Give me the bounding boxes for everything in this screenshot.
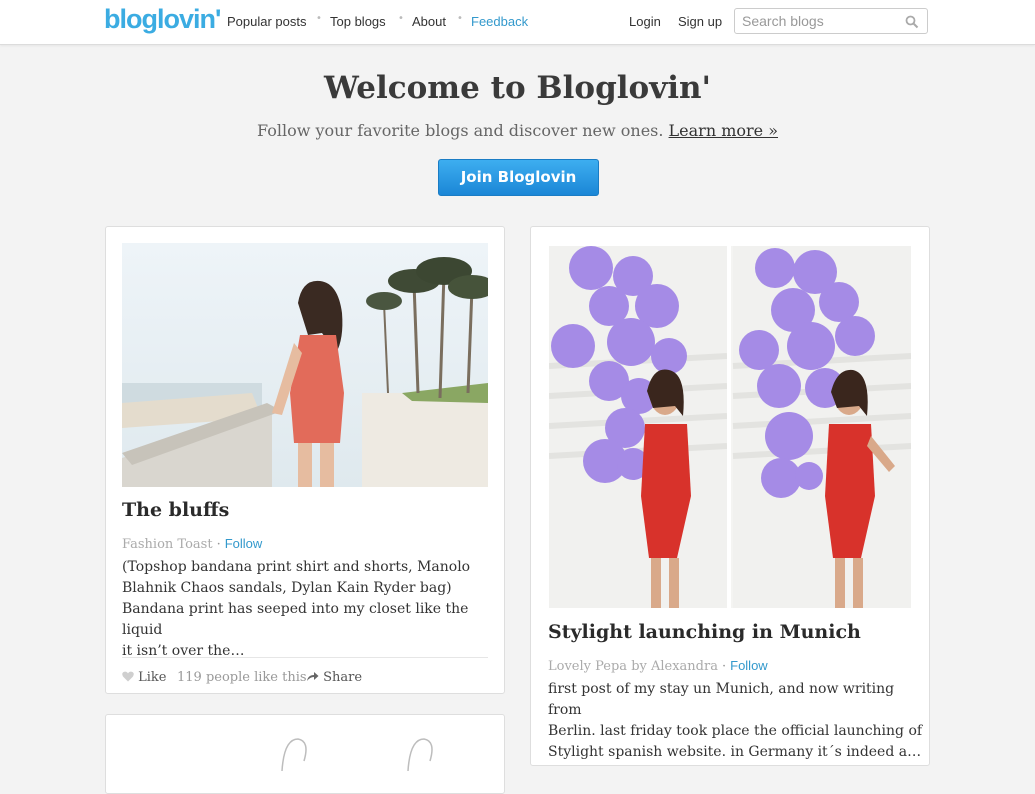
learn-more-link[interactable]: Learn more » <box>669 121 778 140</box>
excerpt-line: it isn’t over the… <box>122 643 245 659</box>
nav-separator: • <box>398 13 404 24</box>
nav-popular-posts[interactable]: Popular posts <box>227 14 307 29</box>
post-image-balloons-photo[interactable] <box>549 246 911 608</box>
excerpt-line: Stylight spanish website. in Germany it´… <box>548 744 922 760</box>
meta-separator: · <box>721 659 727 674</box>
login-link[interactable]: Login <box>629 14 661 29</box>
follow-link[interactable]: Follow <box>730 658 768 673</box>
like-button[interactable]: Like <box>122 670 167 685</box>
excerpt-line: first post of my stay un Munich, and now… <box>548 681 895 718</box>
like-label: Like <box>138 670 167 685</box>
share-button[interactable]: Share <box>306 670 362 685</box>
join-button[interactable]: Join Bloglovin <box>438 159 599 196</box>
signup-link[interactable]: Sign up <box>678 14 722 29</box>
search-input[interactable] <box>742 13 902 29</box>
post-image-beach-photo[interactable] <box>122 243 488 487</box>
card-divider <box>122 657 488 658</box>
search-icon[interactable] <box>905 15 919 29</box>
bloglovin-logo[interactable]: bloglovin' <box>104 4 221 35</box>
nav-separator: • <box>457 13 463 24</box>
post-title[interactable]: Stylight launching in Munich <box>548 621 861 643</box>
nav-top-blogs[interactable]: Top blogs <box>330 14 386 29</box>
share-arrow-icon <box>307 672 319 681</box>
search-box <box>734 8 928 34</box>
top-navigation-bar: bloglovin' Popular posts • Top blogs • A… <box>0 0 1035 45</box>
excerpt-line: Bandana print has seeped into my closet … <box>122 601 469 638</box>
post-excerpt[interactable]: (Topshop bandana print shirt and shorts,… <box>122 557 492 662</box>
hero-title: Welcome to Bloglovin' <box>323 70 712 106</box>
meta-separator: · <box>216 537 221 552</box>
post-meta: Lovely Pepa by Alexandra · Follow <box>548 658 768 674</box>
likes-count: 119 people like this <box>177 670 307 685</box>
blog-name[interactable]: Lovely Pepa by Alexandra <box>548 659 718 674</box>
hero-subtitle-text: Follow your favorite blogs and discover … <box>256 121 664 140</box>
post-card <box>105 714 505 794</box>
excerpt-line: Blahnik Chaos sandals, Dylan Kain Ryder … <box>122 580 452 596</box>
hero-subtitle: Follow your favorite blogs and discover … <box>0 121 1035 140</box>
share-label: Share <box>323 670 363 685</box>
post-excerpt[interactable]: first post of my stay un Munich, and now… <box>548 679 923 763</box>
excerpt-line: Berlin. last friday took place the offic… <box>548 723 923 739</box>
follow-link[interactable]: Follow <box>225 536 263 551</box>
post-meta: Fashion Toast · Follow <box>122 536 262 552</box>
post-image-partial[interactable] <box>122 731 488 771</box>
post-title[interactable]: The bluffs <box>122 499 229 521</box>
nav-feedback[interactable]: Feedback <box>471 14 528 29</box>
blog-name[interactable]: Fashion Toast <box>122 537 213 552</box>
nav-separator: • <box>316 13 322 24</box>
post-card: The bluffs Fashion Toast · Follow (Topshop… <box>105 226 505 694</box>
post-card: Stylight launching in Munich Lovely Pepa… <box>530 226 930 766</box>
heart-icon <box>122 671 134 682</box>
nav-about[interactable]: About <box>412 14 446 29</box>
excerpt-line: (Topshop bandana print shirt and shorts,… <box>122 559 471 575</box>
